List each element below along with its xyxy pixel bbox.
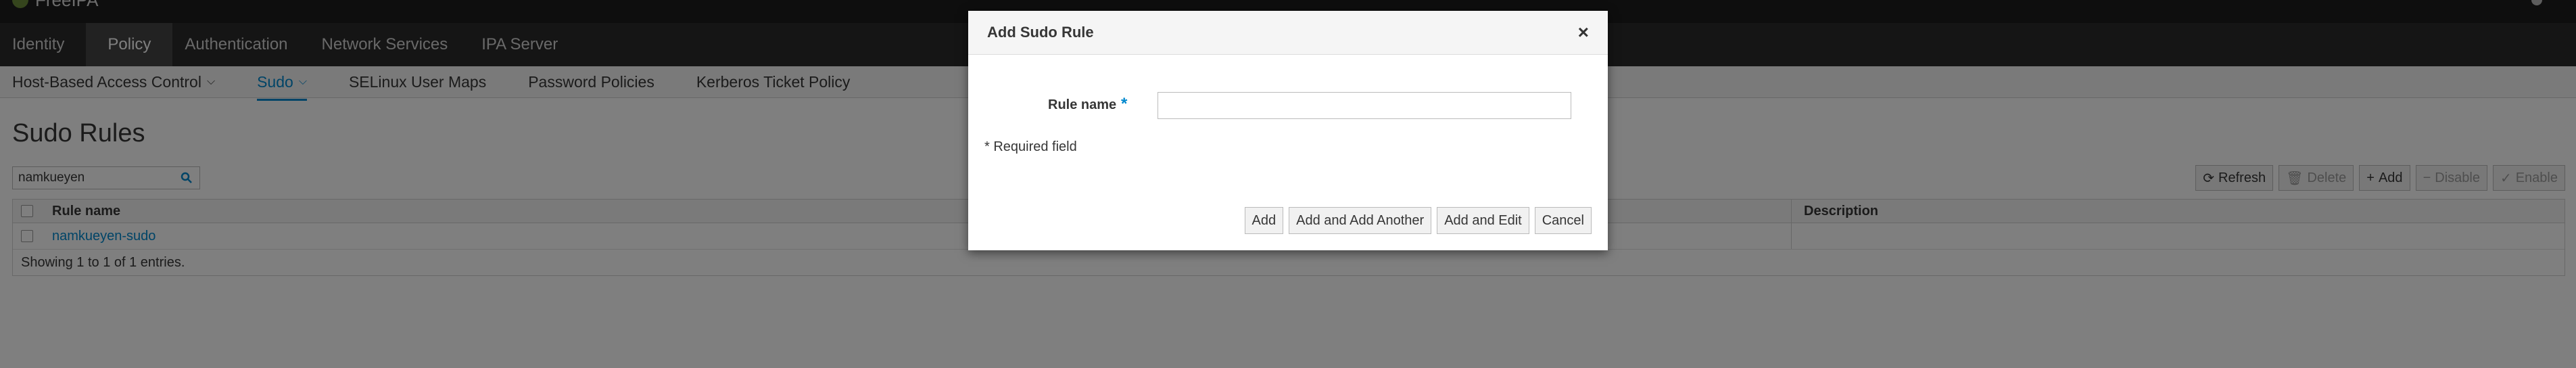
add-and-add-another-button[interactable]: Add and Add Another [1289,207,1432,234]
dialog-add-button[interactable]: Add [1244,207,1284,234]
dialog-header: Add Sudo Rule × [968,11,1608,55]
add-and-edit-button[interactable]: Add and Edit [1437,207,1529,234]
add-sudo-rule-dialog: Add Sudo Rule × Rule name * * Required f… [968,11,1608,250]
close-icon[interactable]: × [1578,23,1589,42]
cancel-button[interactable]: Cancel [1534,207,1592,234]
required-marker: * [1121,95,1128,113]
dialog-title: Add Sudo Rule [987,24,1094,41]
rule-name-input[interactable] [1158,92,1571,119]
dialog-buttons: Add Add and Add Another Add and Edit Can… [1244,207,1592,234]
required-field-note: * Required field [984,139,1077,154]
rule-name-label: Rule name [1048,97,1117,112]
